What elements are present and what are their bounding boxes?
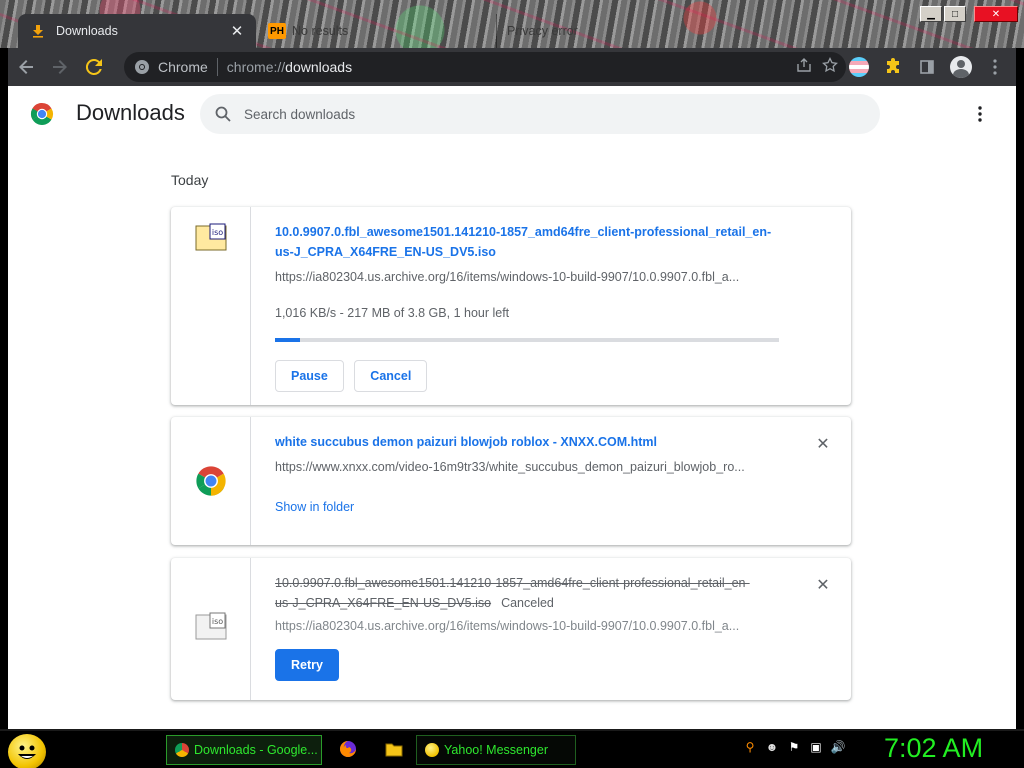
tab-title: Privacy error: [507, 24, 578, 38]
task-label: Yahoo! Messenger: [444, 743, 548, 757]
close-window-button[interactable]: ✕: [974, 6, 1018, 22]
system-tray: ⚲ ☻ ⚑ ▣ 🔊: [742, 739, 846, 755]
svg-text:iso: iso: [212, 617, 223, 626]
minimize-button[interactable]: ▁: [920, 6, 942, 22]
show-in-folder-link[interactable]: Show in folder: [275, 500, 779, 514]
messenger-icon[interactable]: ☻: [764, 739, 780, 755]
search-downloads-box[interactable]: [200, 94, 880, 134]
network-icon[interactable]: ▣: [808, 739, 824, 755]
chrome-icon: [175, 743, 189, 757]
taskbar: Downloads - Google... Yahoo! Messenger ⚲…: [0, 729, 1024, 768]
task-label: Downloads - Google...: [194, 743, 318, 757]
remove-item-close-icon[interactable]: ✕: [813, 434, 833, 454]
page-title: Downloads: [76, 100, 185, 125]
download-item-canceled: iso 10.0.9907.0.fbl_awesome1501.141210-1…: [171, 558, 851, 700]
file-name-link[interactable]: white succubus demon paizuri blowjob rob…: [275, 432, 779, 452]
search-icon: [215, 106, 231, 122]
task-yahoo-messenger[interactable]: Yahoo! Messenger: [416, 735, 576, 765]
download-item-in-progress: iso 10.0.9907.0.fbl_awesome1501.141210-1…: [171, 207, 851, 405]
search-icon[interactable]: ⚲: [742, 739, 758, 755]
forward-arrow-icon: [53, 60, 67, 74]
download-details: 10.0.9907.0.fbl_awesome1501.141210-1857_…: [275, 558, 779, 681]
browser-menu-icon[interactable]: [980, 52, 1010, 82]
tab-downloads[interactable]: Downloads ✕: [18, 14, 256, 48]
progress-status-text: 1,016 KB/s - 217 MB of 3.8 GB, 1 hour le…: [275, 306, 510, 320]
tab-title: Downloads: [56, 24, 118, 38]
extensions-puzzle-icon[interactable]: [878, 52, 908, 82]
chrome-icon: [196, 466, 226, 496]
svg-text:iso: iso: [212, 228, 223, 237]
yahoo-smiley-icon: [425, 743, 439, 757]
tab-title: No results: [292, 24, 349, 38]
back-arrow-icon: [19, 60, 33, 74]
download-details: 10.0.9907.0.fbl_awesome1501.141210-1857_…: [275, 207, 779, 392]
download-actions: Pause Cancel: [275, 360, 779, 392]
download-actions: Retry: [275, 649, 779, 681]
chrome-logo-icon: [31, 103, 53, 125]
clock[interactable]: 7:02 AM: [884, 733, 983, 764]
site-label: Chrome: [158, 59, 208, 75]
bookmark-star-icon[interactable]: [822, 56, 838, 76]
maximize-button[interactable]: □: [944, 6, 966, 22]
flag-icon[interactable]: ⚑: [786, 739, 802, 755]
tab-no-results[interactable]: PH No results: [264, 14, 492, 48]
source-url[interactable]: https://ia802304.us.archive.org/16/items…: [275, 270, 779, 284]
chrome-site-icon: [135, 60, 149, 74]
window-controls: ▁ □ ✕: [920, 6, 1018, 22]
title-bar: Downloads ✕ PH No results Privacy error …: [0, 0, 1024, 48]
downloads-page: Downloads Today iso 10.0.9907.0.fbl_awes…: [8, 86, 1016, 729]
omnibox-divider: [216, 58, 218, 76]
iso-file-icon: iso: [195, 223, 227, 251]
browser-toolbar: Chrome chrome://downloads: [8, 48, 1016, 86]
volume-icon[interactable]: 🔊: [830, 739, 846, 755]
reload-button[interactable]: [78, 51, 110, 83]
file-name-line: us-J_CPRA_X64FRE_EN-US_DV5.iso: [275, 596, 492, 610]
task-downloads-chrome[interactable]: Downloads - Google...: [166, 735, 322, 765]
back-button[interactable]: [10, 51, 42, 83]
progress-bar-fill: [275, 338, 301, 342]
url-text: chrome://downloads: [227, 59, 352, 75]
source-url[interactable]: https://ia802304.us.archive.org/16/items…: [275, 619, 779, 633]
retry-button[interactable]: Retry: [275, 649, 339, 681]
date-section-heading: Today: [171, 172, 209, 188]
page-header: Downloads: [8, 86, 1016, 142]
url-scheme: chrome://: [226, 59, 286, 75]
folder-icon[interactable]: [384, 739, 404, 759]
omnibox-actions: [796, 56, 838, 76]
forward-button[interactable]: [44, 51, 76, 83]
canceled-status-label: Canceled: [501, 596, 554, 610]
tab-privacy-error[interactable]: Privacy error: [496, 14, 656, 48]
remove-item-close-icon[interactable]: ✕: [813, 575, 833, 595]
pause-button[interactable]: Pause: [275, 360, 344, 392]
file-name-link[interactable]: 10.0.9907.0.fbl_awesome1501.141210-1857_…: [275, 222, 779, 262]
download-icon: [30, 23, 46, 39]
tab-close-icon[interactable]: ✕: [228, 22, 246, 40]
side-panel-icon[interactable]: [912, 52, 942, 82]
file-icon-column: iso: [171, 207, 251, 405]
profile-avatar[interactable]: [946, 52, 976, 82]
file-icon-column: iso: [171, 558, 251, 700]
url-host: downloads: [285, 59, 353, 75]
progress-bar: [275, 338, 779, 342]
start-button-smiley-icon[interactable]: [8, 734, 46, 768]
reload-icon: [85, 58, 102, 75]
source-url[interactable]: https://www.xnxx.com/video-16m9tr33/whit…: [275, 460, 779, 474]
more-actions-icon[interactable]: [966, 100, 994, 128]
search-input[interactable]: [244, 106, 844, 122]
toolbar-extensions: [844, 52, 1010, 82]
file-icon-column: [171, 417, 251, 545]
file-name-line: us-J_CPRA_X64FRE_EN-US_DV5.iso: [275, 245, 496, 259]
file-name-line: 10.0.9907.0.fbl_awesome1501.141210-1857_…: [275, 576, 750, 590]
file-name-line: 10.0.9907.0.fbl_awesome1501.141210-1857_…: [275, 225, 772, 239]
cancel-button[interactable]: Cancel: [354, 360, 428, 392]
share-icon[interactable]: [796, 57, 812, 76]
firefox-icon[interactable]: [338, 739, 358, 759]
address-bar[interactable]: Chrome chrome://downloads: [124, 52, 846, 82]
download-item-completed: white succubus demon paizuri blowjob rob…: [171, 417, 851, 545]
download-details: white succubus demon paizuri blowjob rob…: [275, 417, 779, 514]
site-favicon: PH: [268, 23, 286, 39]
iso-file-icon: iso: [195, 612, 227, 640]
flag-extension-icon[interactable]: [844, 52, 874, 82]
file-name-canceled: 10.0.9907.0.fbl_awesome1501.141210-1857_…: [275, 573, 779, 613]
